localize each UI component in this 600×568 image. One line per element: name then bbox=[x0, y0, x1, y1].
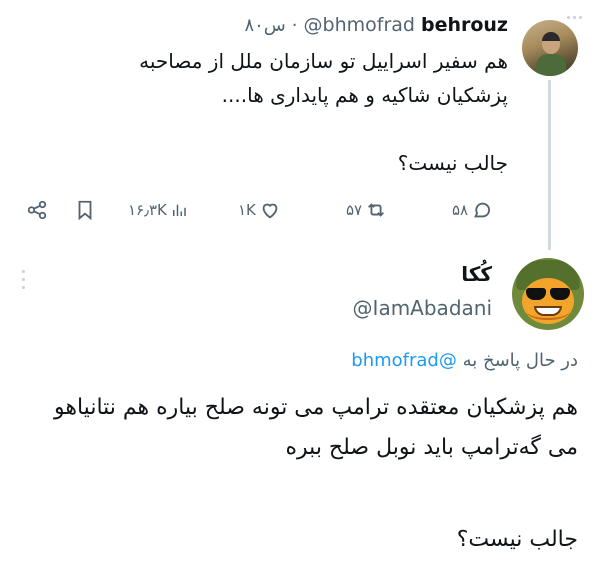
share-icon bbox=[27, 200, 47, 220]
reply-tweet-question: جالب نیست؟ bbox=[456, 527, 578, 552]
views-count: ۱۶٫۳K bbox=[128, 201, 167, 219]
repost-count: ۵۷ bbox=[346, 201, 363, 219]
bookmark-icon bbox=[78, 200, 92, 221]
repost-button[interactable]: ۵۷ bbox=[346, 192, 387, 228]
tweet-header: ۸۰س · @bhmofrad behrouz bbox=[244, 14, 508, 40]
thread-line bbox=[548, 80, 551, 250]
reply-count: ۵۸ bbox=[452, 201, 469, 219]
separator: · bbox=[291, 15, 298, 36]
action-bar: ۱۶٫۳K ۱K ۵۷ ۵۸ bbox=[24, 192, 504, 228]
more-options-icon[interactable] bbox=[563, 10, 587, 26]
reply-button[interactable]: ۵۸ bbox=[452, 192, 493, 228]
share-button[interactable] bbox=[26, 192, 48, 228]
views-button[interactable]: ۱۶٫۳K bbox=[128, 192, 188, 228]
like-icon bbox=[262, 203, 278, 219]
tweet-1[interactable]: ۸۰س · @bhmofrad behrouz هم سفیر اسراییل … bbox=[0, 0, 600, 250]
display-name[interactable]: behrouz bbox=[421, 14, 508, 36]
avatar-reply[interactable] bbox=[512, 258, 584, 330]
reply-icon bbox=[474, 202, 491, 218]
tweet-text: هم سفیر اسراییل تو سازمان ملل از مصاحبه … bbox=[139, 49, 508, 107]
user-handle[interactable]: @bhmofrad bbox=[304, 14, 415, 36]
bookmark-button[interactable] bbox=[74, 192, 96, 228]
reply-tweet-text: هم پزشکیان معتقده ترامپ می تونه صلح بیار… bbox=[54, 395, 578, 460]
repost-icon bbox=[368, 203, 385, 217]
reply-user-handle[interactable]: @IamAbadani bbox=[353, 296, 492, 320]
reply-mention-link[interactable]: @bhmofrad bbox=[351, 350, 457, 371]
like-button[interactable]: ۱K bbox=[238, 192, 281, 228]
timestamp[interactable]: ۸۰س bbox=[244, 15, 285, 36]
collapsed-thread-dots[interactable] bbox=[16, 268, 32, 298]
tweet-text-question: جالب نیست؟ bbox=[397, 151, 508, 175]
reply-display-name[interactable]: کُکا bbox=[461, 262, 492, 286]
replying-to-label: در حال پاسخ به bbox=[462, 350, 578, 371]
views-icon bbox=[172, 204, 186, 216]
replying-to: در حال پاسخ به @bhmofrad bbox=[351, 350, 578, 371]
like-count: ۱K bbox=[238, 201, 256, 219]
avatar[interactable] bbox=[522, 20, 578, 76]
